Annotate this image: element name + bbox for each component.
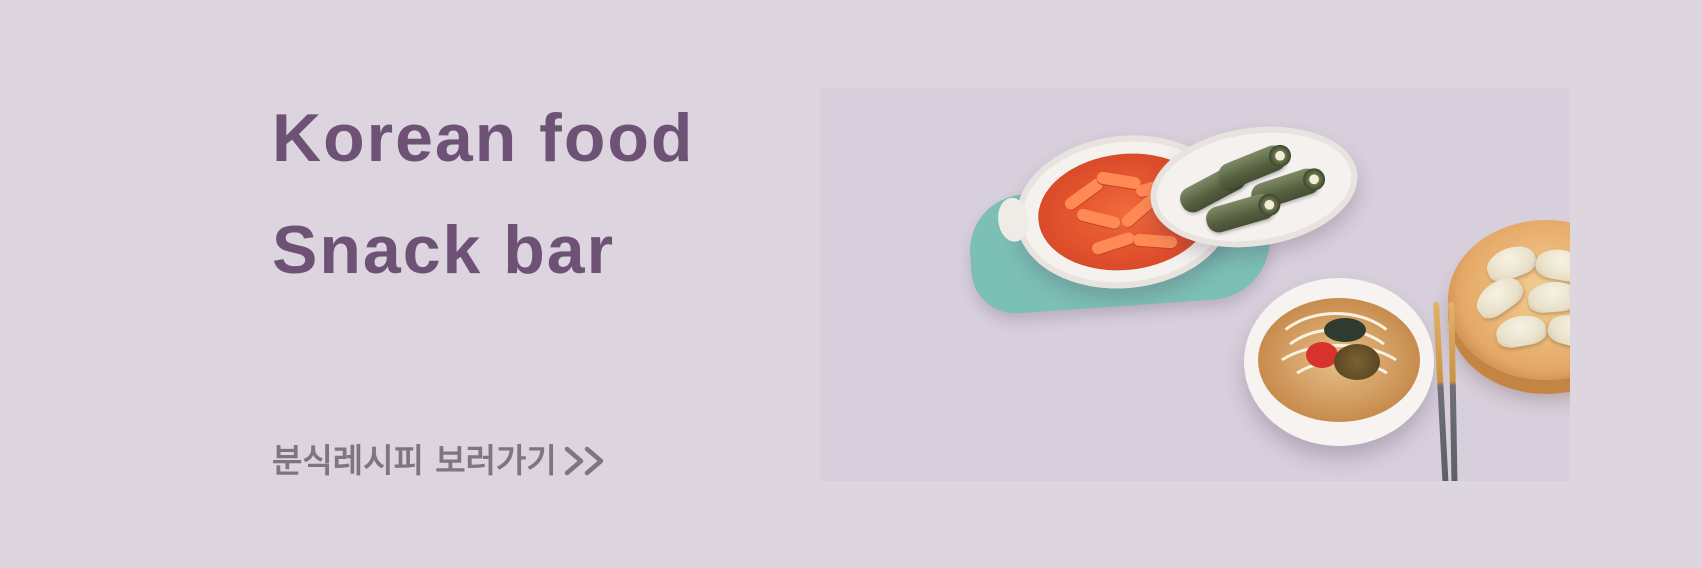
- noodle-bowl: [1244, 278, 1434, 446]
- view-recipes-link[interactable]: 분식레시피 보러가기: [272, 444, 609, 477]
- chopsticks: [1430, 301, 1470, 481]
- banner-title-line-1: Korean food: [272, 100, 695, 176]
- food-photo: [820, 88, 1570, 481]
- promo-banner[interactable]: Korean food Snack bar 분식레시피 보러가기: [134, 88, 1570, 481]
- view-recipes-label: 분식레시피 보러가기: [272, 441, 557, 480]
- banner-title-line-2: Snack bar: [272, 212, 616, 288]
- double-chevron-right-icon: [561, 445, 609, 477]
- page: Korean food Snack bar 분식레시피 보러가기: [0, 0, 1702, 568]
